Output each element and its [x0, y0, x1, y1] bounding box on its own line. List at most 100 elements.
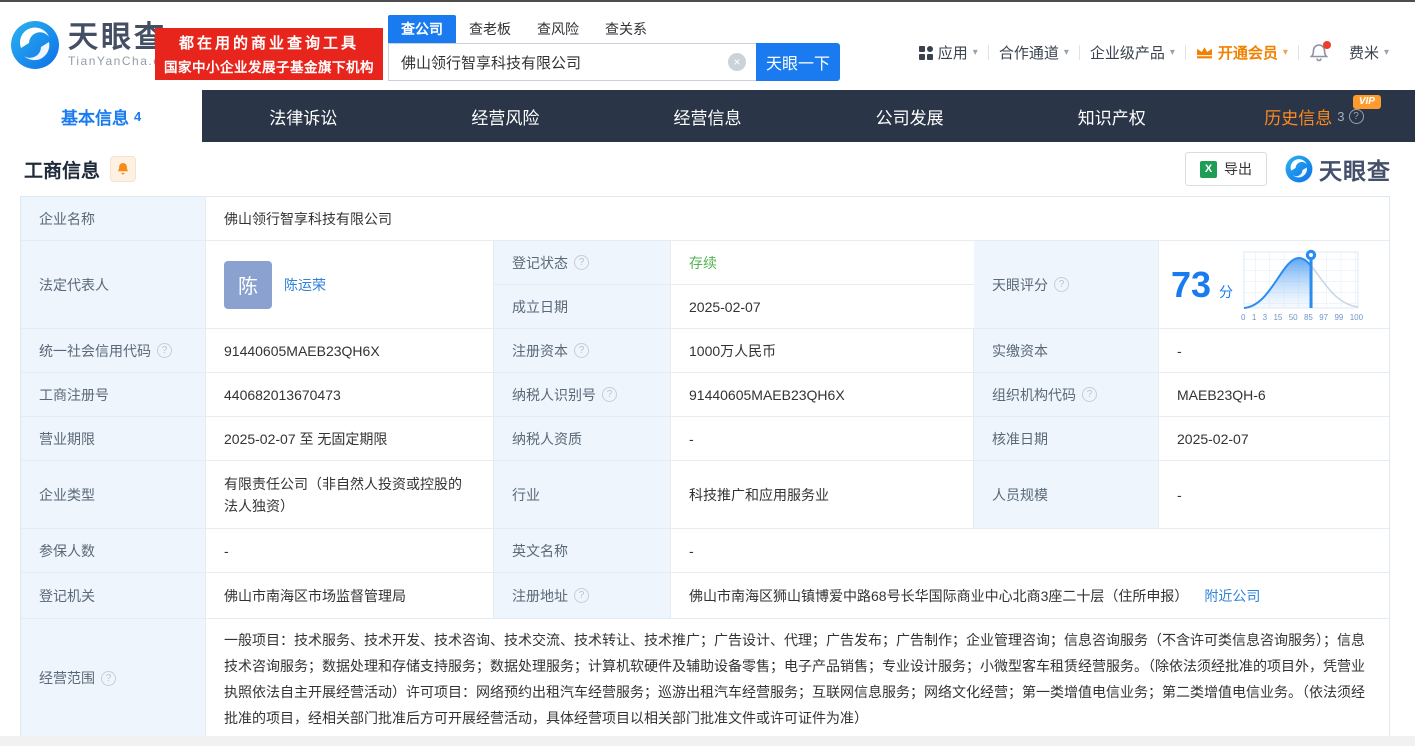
business-info-header: 工商信息 X 导出 天眼查 — [0, 142, 1415, 196]
help-icon[interactable]: ? — [574, 343, 589, 358]
score-cell: 73 分 0 1 3 15 50 85 97 99 100 — [1159, 241, 1389, 328]
search-tab-boss[interactable]: 查老板 — [456, 15, 524, 43]
nav-enterprise-products[interactable]: 企业级产品 ▾ — [1080, 42, 1185, 63]
search-tab-risk[interactable]: 查风险 — [524, 15, 592, 43]
vip-badge: VIP — [1352, 95, 1381, 109]
credit-code-label-cell: 统一社会信用代码 ? — [21, 329, 206, 372]
watermark-logo: 天眼查 — [1285, 152, 1391, 186]
crown-icon — [1196, 47, 1212, 59]
notification-bell-icon — [1309, 40, 1331, 63]
nav-vip-label: 开通会员 — [1217, 45, 1278, 62]
company-type-label: 企业类型 — [21, 461, 206, 528]
table-row: 经营范围 ? 一般项目：技术服务、技术开发、技术咨询、技术交流、技术转让、技术推… — [21, 619, 1389, 737]
tab-label: 基本信息 — [60, 108, 129, 128]
score-label-cell: 天眼评分 ? — [974, 241, 1159, 328]
nav-notifications[interactable] — [1299, 40, 1339, 63]
staff-size-value: - — [1159, 461, 1389, 528]
site-header: 天眼查 TianYanCha.com 都在用的商业查询工具 国家中小企业发展子基… — [0, 2, 1415, 90]
tianyancha-logo-icon — [1285, 155, 1313, 183]
business-term-value: 2025-02-07 至 无固定期限 — [206, 417, 494, 460]
search-input[interactable] — [388, 43, 756, 81]
reg-authority-value: 佛山市南海区市场监督管理局 — [206, 573, 494, 618]
promo-banner-line2: 国家中小企业发展子基金旗下机构 — [164, 60, 374, 75]
tab-count: 4 — [133, 108, 142, 124]
nav-partner-label: 合作通道 — [998, 45, 1059, 62]
search-button[interactable]: 天眼一下 — [756, 43, 840, 81]
axis-tick: 0 — [1241, 312, 1246, 322]
score-value: 73 — [1171, 263, 1212, 305]
company-type-value: 有限责任公司（非自然人投资或控股的法人独资） — [206, 461, 494, 528]
business-scope-label-cell: 经营范围 ? — [21, 619, 206, 737]
table-row: 统一社会信用代码 ? 91440605MAEB23QH6X 注册资本 ? 100… — [21, 329, 1389, 373]
tab-label: 法律诉讼 — [269, 108, 338, 128]
score-unit: 分 — [1219, 283, 1234, 300]
legal-rep-avatar[interactable]: 陈 — [224, 260, 272, 309]
business-scope-label: 经营范围 — [39, 670, 95, 686]
help-icon[interactable]: ? — [602, 387, 617, 402]
search-tab-company[interactable]: 查公司 — [388, 15, 456, 43]
org-code-value: MAEB23QH-6 — [1159, 373, 1389, 416]
nav-partner-channel[interactable]: 合作通道 ▾ — [989, 42, 1079, 63]
tab-operation-risk[interactable]: 经营风险 — [404, 90, 606, 142]
legal-rep-label: 法定代表人 — [21, 241, 206, 328]
credit-code-label: 统一社会信用代码 — [39, 342, 151, 359]
help-icon[interactable]: ? — [1348, 108, 1364, 124]
tab-company-development[interactable]: 公司发展 — [809, 90, 1011, 142]
tab-legal-proceedings[interactable]: 法律诉讼 — [202, 90, 404, 142]
reg-address-value: 佛山市南海区狮山镇博爱中路68号长华国际商业中心北商3座二十层（住所申报） — [689, 587, 1189, 604]
export-button[interactable]: X 导出 — [1185, 152, 1267, 186]
credit-code-value: 91440605MAEB23QH6X — [206, 329, 494, 372]
help-icon[interactable]: ? — [574, 255, 589, 270]
tab-label: 公司发展 — [875, 108, 944, 128]
help-icon[interactable]: ? — [157, 343, 172, 358]
reg-capital-value: 1000万人民币 — [671, 329, 974, 372]
establish-date-label: 成立日期 — [494, 285, 671, 328]
business-scope-value: 一般项目：技术服务、技术开发、技术咨询、技术交流、技术转让、技术推广；广告设计、… — [206, 619, 1389, 737]
business-info-table: 企业名称 佛山领行智享科技有限公司 法定代表人 陈 陈运荣 登记状态 ? 存续 … — [20, 196, 1390, 738]
help-icon[interactable]: ? — [101, 670, 116, 686]
tab-intellectual-property[interactable]: 知识产权 — [1011, 90, 1213, 142]
excel-icon: X — [1200, 160, 1217, 178]
search-clear-icon[interactable]: × — [728, 53, 746, 71]
help-icon[interactable]: ? — [1082, 387, 1097, 402]
table-row: 参保人数 - 英文名称 - — [21, 529, 1389, 573]
nav-apps[interactable]: 应用 ▾ — [909, 42, 988, 63]
status-date-stack: 登记状态 ? 存续 成立日期 2025-02-07 — [494, 241, 974, 328]
search-tab-relation[interactable]: 查关系 — [592, 15, 660, 43]
tab-label: 历史信息 — [1264, 108, 1333, 128]
nearby-companies-link[interactable]: 附近公司 — [1204, 586, 1260, 606]
approval-date-label: 核准日期 — [974, 417, 1159, 460]
reg-capital-label: 注册资本 — [512, 342, 568, 359]
axis-tick: 97 — [1319, 312, 1329, 322]
reg-address-label: 注册地址 — [512, 587, 568, 604]
tab-basic-info[interactable]: 基本信息 4 — [0, 90, 203, 142]
staff-size-label: 人员规模 — [974, 461, 1159, 528]
legal-rep-link[interactable]: 陈运荣 — [284, 275, 326, 295]
reg-number-label: 工商注册号 — [21, 373, 206, 416]
help-icon[interactable]: ? — [574, 588, 589, 603]
notification-red-dot — [1322, 40, 1331, 49]
search-box: 查公司 查老板 查风险 查关系 天眼一下 × — [388, 15, 840, 81]
tab-operation-info[interactable]: 经营信息 — [606, 90, 808, 142]
nav-apps-label: 应用 — [937, 45, 968, 62]
table-row: 工商注册号 440682013670473 纳税人识别号 ? 91440605M… — [21, 373, 1389, 417]
taxpayer-id-label: 纳税人识别号 — [512, 386, 596, 403]
score-distribution-chart: 0 1 3 15 50 85 97 99 100 — [1241, 248, 1363, 322]
axis-tick: 1 — [1251, 312, 1257, 322]
industry-value: 科技推广和应用服务业 — [671, 461, 974, 528]
table-row: 法定代表人 陈 陈运荣 登记状态 ? 存续 成立日期 2025-02-07 天眼… — [21, 241, 1389, 329]
top-nav: 应用 ▾ 合作通道 ▾ 企业级产品 ▾ 开通会员 ▾ 费米 ▾ — [909, 40, 1399, 63]
nav-open-vip[interactable]: 开通会员 ▾ — [1186, 42, 1298, 63]
apps-grid-icon — [918, 45, 933, 60]
tab-history-info[interactable]: 历史信息 3 ? VIP — [1213, 90, 1415, 142]
table-row: 企业名称 佛山领行智享科技有限公司 — [21, 197, 1389, 241]
nav-user-menu[interactable]: 费米 ▾ — [1339, 42, 1399, 63]
help-icon[interactable]: ? — [1054, 277, 1069, 292]
reg-address-label-cell: 注册地址 ? — [494, 573, 671, 618]
score-label: 天眼评分 — [992, 276, 1048, 293]
subscribe-bell-button[interactable] — [110, 156, 137, 182]
bottom-strip — [0, 736, 1415, 746]
business-term-label: 营业期限 — [21, 417, 206, 460]
export-label: 导出 — [1224, 161, 1252, 177]
chevron-down-icon: ▾ — [1282, 47, 1288, 58]
